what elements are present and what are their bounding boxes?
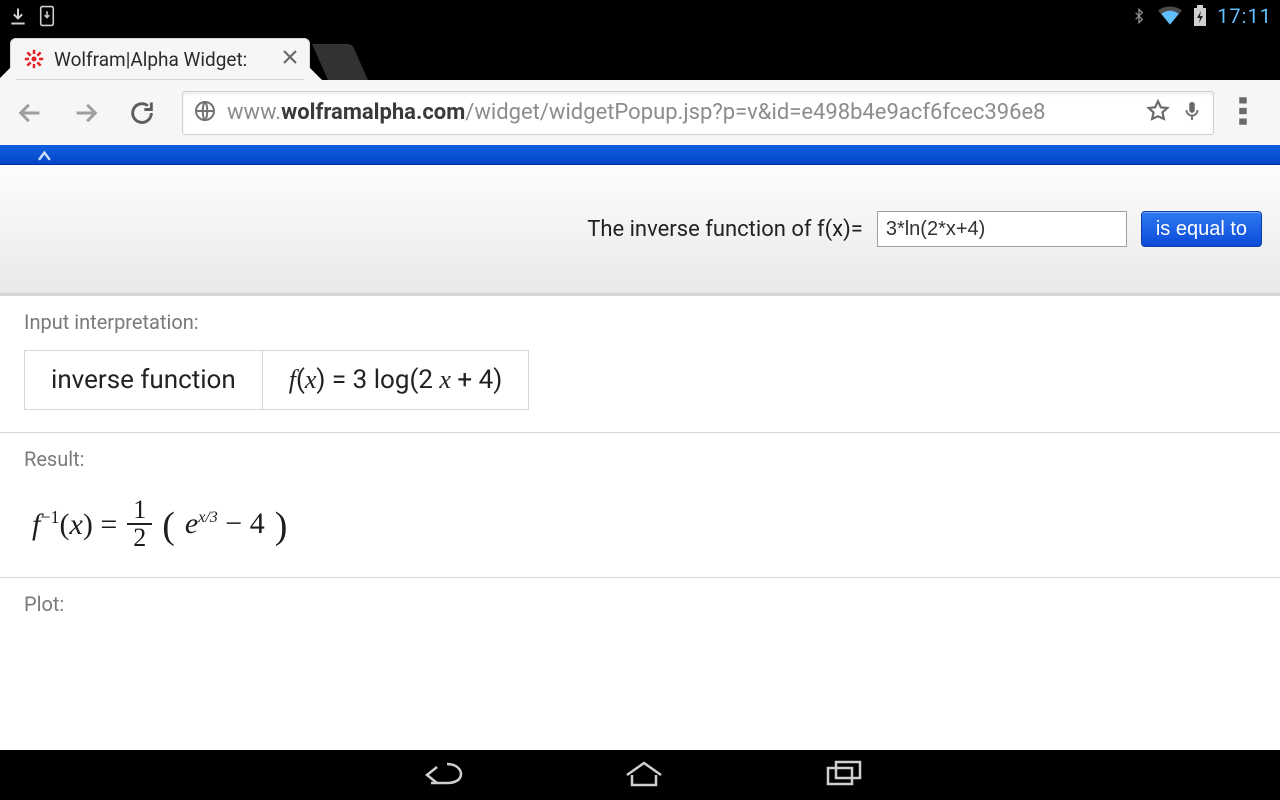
widget-header-strip (0, 145, 1280, 165)
tab-strip: Wolfram|Alpha Widget: (0, 32, 1280, 80)
download-icon (8, 6, 28, 26)
browser-toolbar: www.wolframalpha.com/widget/widgetPopup.… (0, 80, 1280, 145)
url-path: /widget/widgetPopup.jsp?p=v&id=e498b4e9a… (465, 100, 1045, 125)
function-input[interactable] (877, 211, 1127, 247)
status-clock: 17:11 (1217, 4, 1272, 28)
wifi-icon (1157, 6, 1183, 26)
overflow-menu-button[interactable] (1238, 96, 1266, 130)
globe-icon (193, 99, 217, 127)
query-prompt: The inverse function of f(x)= (587, 217, 863, 242)
pod-label: Result: (24, 447, 1256, 471)
pod-label: Plot: (24, 592, 1256, 616)
nav-home-button[interactable] (623, 759, 665, 791)
android-status-bar: 17:11 (0, 0, 1280, 32)
address-bar[interactable]: www.wolframalpha.com/widget/widgetPopup.… (182, 91, 1214, 135)
battery-icon (1193, 5, 1207, 27)
pod-input-interpretation: Input interpretation: inverse function f… (0, 295, 1280, 432)
reload-button[interactable] (126, 97, 158, 129)
page-content: The inverse function of f(x)= is equal t… (0, 145, 1280, 750)
pod-result: Result: f−1(x) = 12 ( ex/3 − 4 ) (0, 432, 1280, 577)
pod-plot: Plot: (0, 577, 1280, 638)
tab-close-icon[interactable] (282, 49, 298, 69)
browser-chrome: Wolfram|Alpha Widget: www.wolframalpha.c… (0, 32, 1280, 145)
result-expression: f−1(x) = 12 ( ex/3 − 4 ) (24, 487, 1256, 555)
browser-tab[interactable]: Wolfram|Alpha Widget: (10, 38, 310, 80)
new-tab-affordance[interactable] (312, 44, 368, 80)
nav-recents-button[interactable] (825, 759, 863, 791)
back-button[interactable] (14, 97, 46, 129)
bookmark-star-icon[interactable] (1145, 98, 1171, 128)
interpretation-expression: f(x) = 3 log(2 x + 4) (263, 350, 530, 410)
bluetooth-icon (1131, 5, 1147, 27)
submit-button[interactable]: is equal to (1141, 211, 1262, 247)
nav-back-button[interactable] (417, 758, 463, 792)
forward-button[interactable] (70, 97, 102, 129)
url-text: www.wolframalpha.com/widget/widgetPopup.… (227, 100, 1135, 125)
mic-icon[interactable] (1181, 98, 1203, 128)
url-host: wolframalpha.com (281, 100, 465, 125)
android-nav-bar (0, 750, 1280, 800)
query-bar: The inverse function of f(x)= is equal t… (0, 165, 1280, 295)
pod-label: Input interpretation: (24, 310, 1256, 334)
header-caret-icon (38, 149, 54, 161)
device-update-icon (38, 5, 56, 27)
url-prefix: www. (227, 100, 281, 125)
interpretation-keyword: inverse function (24, 350, 263, 410)
wolfram-favicon-icon (24, 49, 44, 69)
tab-title: Wolfram|Alpha Widget: (54, 48, 272, 71)
